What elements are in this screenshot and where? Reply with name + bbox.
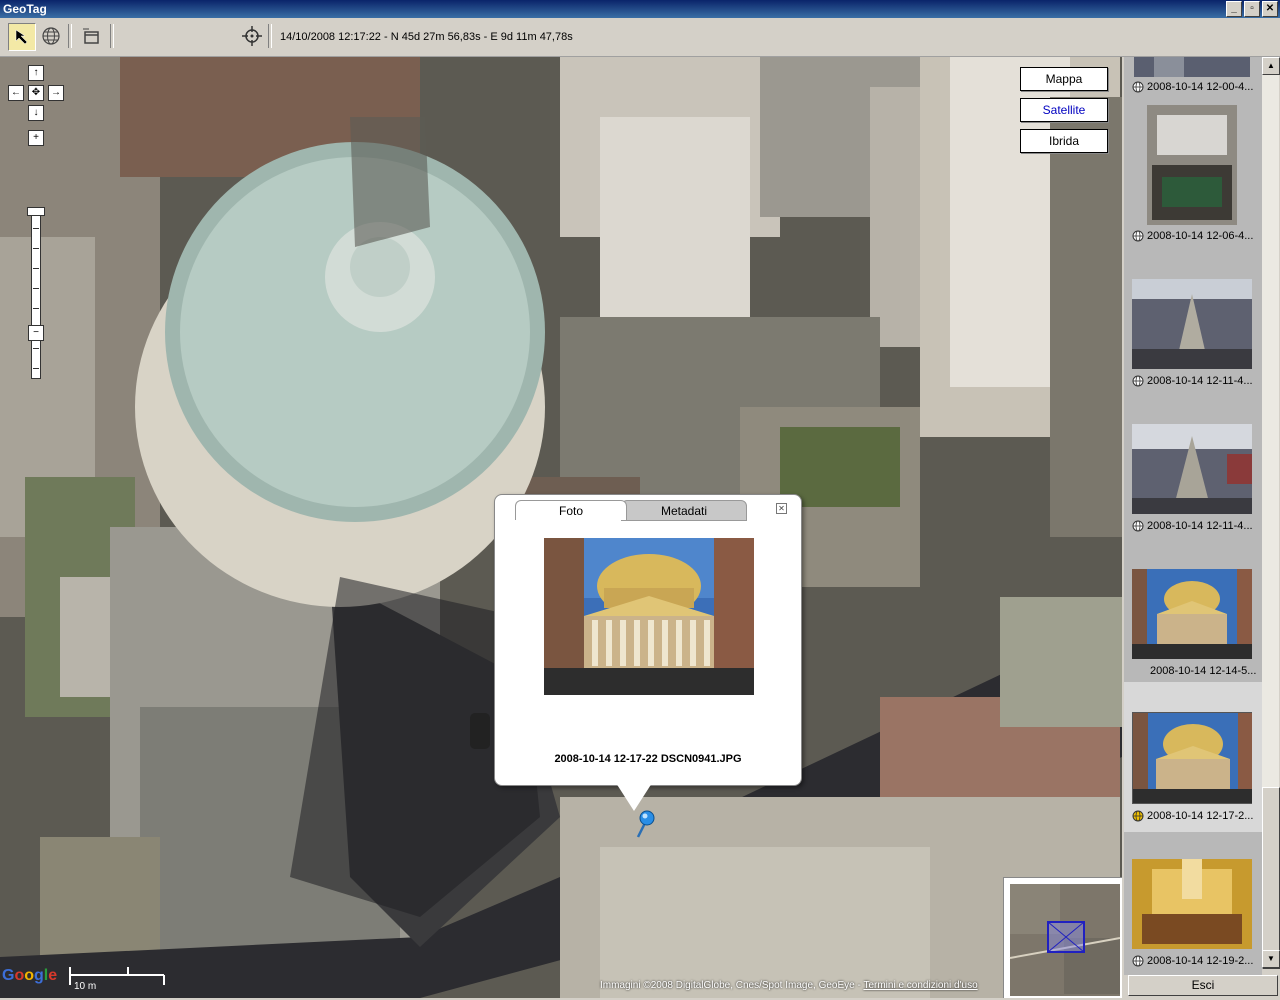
crosshair-icon [242,26,262,46]
toolbar: 14/10/2008 12:17:22 - N 45d 27m 56,83s -… [0,18,1280,57]
scale-bar: 10 m [69,967,165,991]
minimap-imagery [1009,884,1121,996]
zoom-out-button[interactable]: − [28,325,44,341]
pan-down-button[interactable]: ↓ [28,105,44,121]
photo-info-window: Metadati Foto ✕ 2008-10-14 12-17-22 DSCN… [494,494,802,786]
toolbar-separator [68,24,72,48]
exit-button[interactable]: Esci [1128,975,1278,996]
thumbnail-item[interactable]: 2008-10-14 12-06-4... [1124,97,1262,242]
pan-left-button[interactable]: ← [8,85,24,101]
pan-up-button[interactable]: ↑ [28,65,44,81]
scale-label: 10 m [74,981,96,991]
globe-icon [1132,81,1144,93]
thumbnail-item[interactable]: 2008-10-14 12-11-4... [1124,267,1262,412]
thumbnail-item[interactable]: 2008-10-14 12-00-4... [1124,57,1262,93]
thumbnail-label: 2008-10-14 12-06-4... [1147,230,1254,242]
thumbnail-item[interactable]: 2008-10-14 12-14-5... [1124,557,1262,702]
thumbnail-panel: 2008-10-14 12-00-4... 2008-10-14 12-06-4… [1124,57,1262,975]
globe-icon [1132,955,1144,967]
copyright-text: Immagini ©2008 DigitalGlobe, Cnes/Spot I… [600,980,864,991]
tab-metadati[interactable]: Metadati [621,500,747,521]
thumbnail-image [1132,569,1252,659]
thumbnail-image [1132,279,1252,369]
info-window-close-icon[interactable]: ✕ [776,503,787,514]
globe-tool-button[interactable] [38,23,64,49]
toolbar-separator [110,24,114,48]
thumbnail-label: 2008-10-14 12-19-2... [1147,955,1254,967]
maximize-button[interactable]: ▫ [1244,1,1260,17]
thumbnail-image [1132,859,1252,949]
thumbnail-label: 2008-10-14 12-14-5... [1150,665,1257,677]
globe-icon [1132,520,1144,532]
church-photo [544,538,754,695]
pan-right-button[interactable]: → [48,85,64,101]
arrow-cursor-icon [15,29,28,45]
thumbnail-image [1132,424,1252,514]
thumbnail-scrollbar[interactable]: ▲ ▼ [1262,57,1280,969]
title-bar: GeoTag _ ▫ ✕ [0,0,1280,18]
pointer-tool-button[interactable] [8,23,36,51]
map-pin-icon[interactable] [634,809,656,839]
minimize-button[interactable]: _ [1226,1,1242,17]
thumbnail-label: 2008-10-14 12-11-4... [1147,375,1253,387]
thumbnail-item[interactable]: 2008-10-14 12-19-2... [1124,847,1262,975]
photo-caption: 2008-10-14 12-17-22 DSCN0941.JPG [554,753,742,765]
thumbnail-image [1147,105,1237,225]
map-type-ibrida-button[interactable]: Ibrida [1020,129,1108,153]
map-copyright: Immagini ©2008 DigitalGlobe, Cnes/Spot I… [600,980,978,991]
zoom-slider-handle[interactable] [27,207,45,216]
thumbnail-item[interactable]: 2008-10-14 12-11-4... [1124,412,1262,557]
globe-icon [1132,810,1144,822]
thumbnail-label: 2008-10-14 12-00-4... [1147,81,1254,93]
globe-icon [1132,230,1144,242]
thumbnail-image [1132,712,1252,804]
thumbnail-item-selected[interactable]: 2008-10-14 12-17-2... [1124,682,1262,832]
zoom-slider[interactable] [31,207,41,379]
info-window-tail [616,783,652,811]
thumbnail-label: 2008-10-14 12-17-2... [1147,810,1254,822]
terms-link[interactable]: Termini e condizioni d'uso [863,980,977,991]
satellite-map[interactable]: ↑ ← ✥ → ↓ + − Mappa Satellite Ibrida Met… [0,57,1122,998]
coordinates-readout: 14/10/2008 12:17:22 - N 45d 27m 56,83s -… [280,31,573,43]
thumbnail-image [1134,57,1250,77]
close-button[interactable]: ✕ [1262,1,1278,17]
window-frame-icon [83,28,99,44]
map-type-satellite-button[interactable]: Satellite [1020,98,1108,122]
overview-minimap[interactable] [1003,877,1122,998]
tab-foto[interactable]: Foto [515,500,627,520]
thumbnail-label: 2008-10-14 12-11-4... [1147,520,1253,532]
zoom-in-button[interactable]: + [28,130,44,146]
pan-center-button[interactable]: ✥ [28,85,44,101]
globe-icon [1132,375,1144,387]
globe-icon [42,27,60,45]
scroll-up-button[interactable]: ▲ [1262,57,1280,75]
window-title: GeoTag [3,2,47,16]
scroll-down-button[interactable]: ▼ [1262,950,1280,968]
locate-button[interactable] [239,23,265,49]
scrollbar-thumb[interactable] [1262,787,1280,969]
toolbar-separator [268,24,272,48]
google-logo: Google [2,967,58,984]
map-type-mappa-button[interactable]: Mappa [1020,67,1108,91]
frame-tool-button[interactable] [78,23,104,49]
